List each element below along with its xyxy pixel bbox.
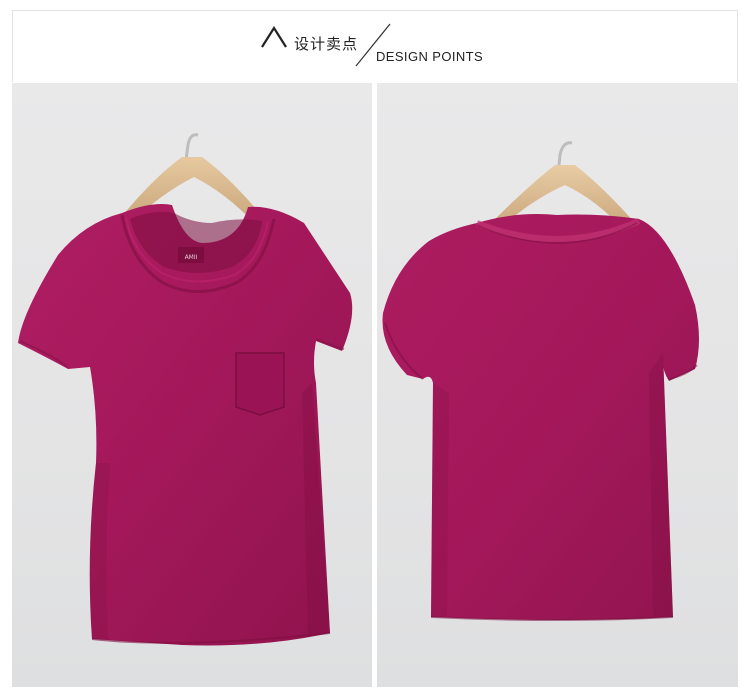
brand-label: AMII	[185, 254, 198, 261]
chest-pocket	[235, 352, 285, 416]
lambda-logo-icon	[261, 26, 287, 48]
tshirt-back-icon	[382, 141, 699, 621]
section-title-en: DESIGN POINTS	[376, 49, 484, 64]
tshirt-back-photo	[377, 83, 738, 687]
section-title-zh: 设计卖点	[294, 35, 359, 53]
tshirt-front-photo: AMII	[12, 83, 372, 687]
tshirt-front-icon: AMII	[18, 133, 353, 646]
